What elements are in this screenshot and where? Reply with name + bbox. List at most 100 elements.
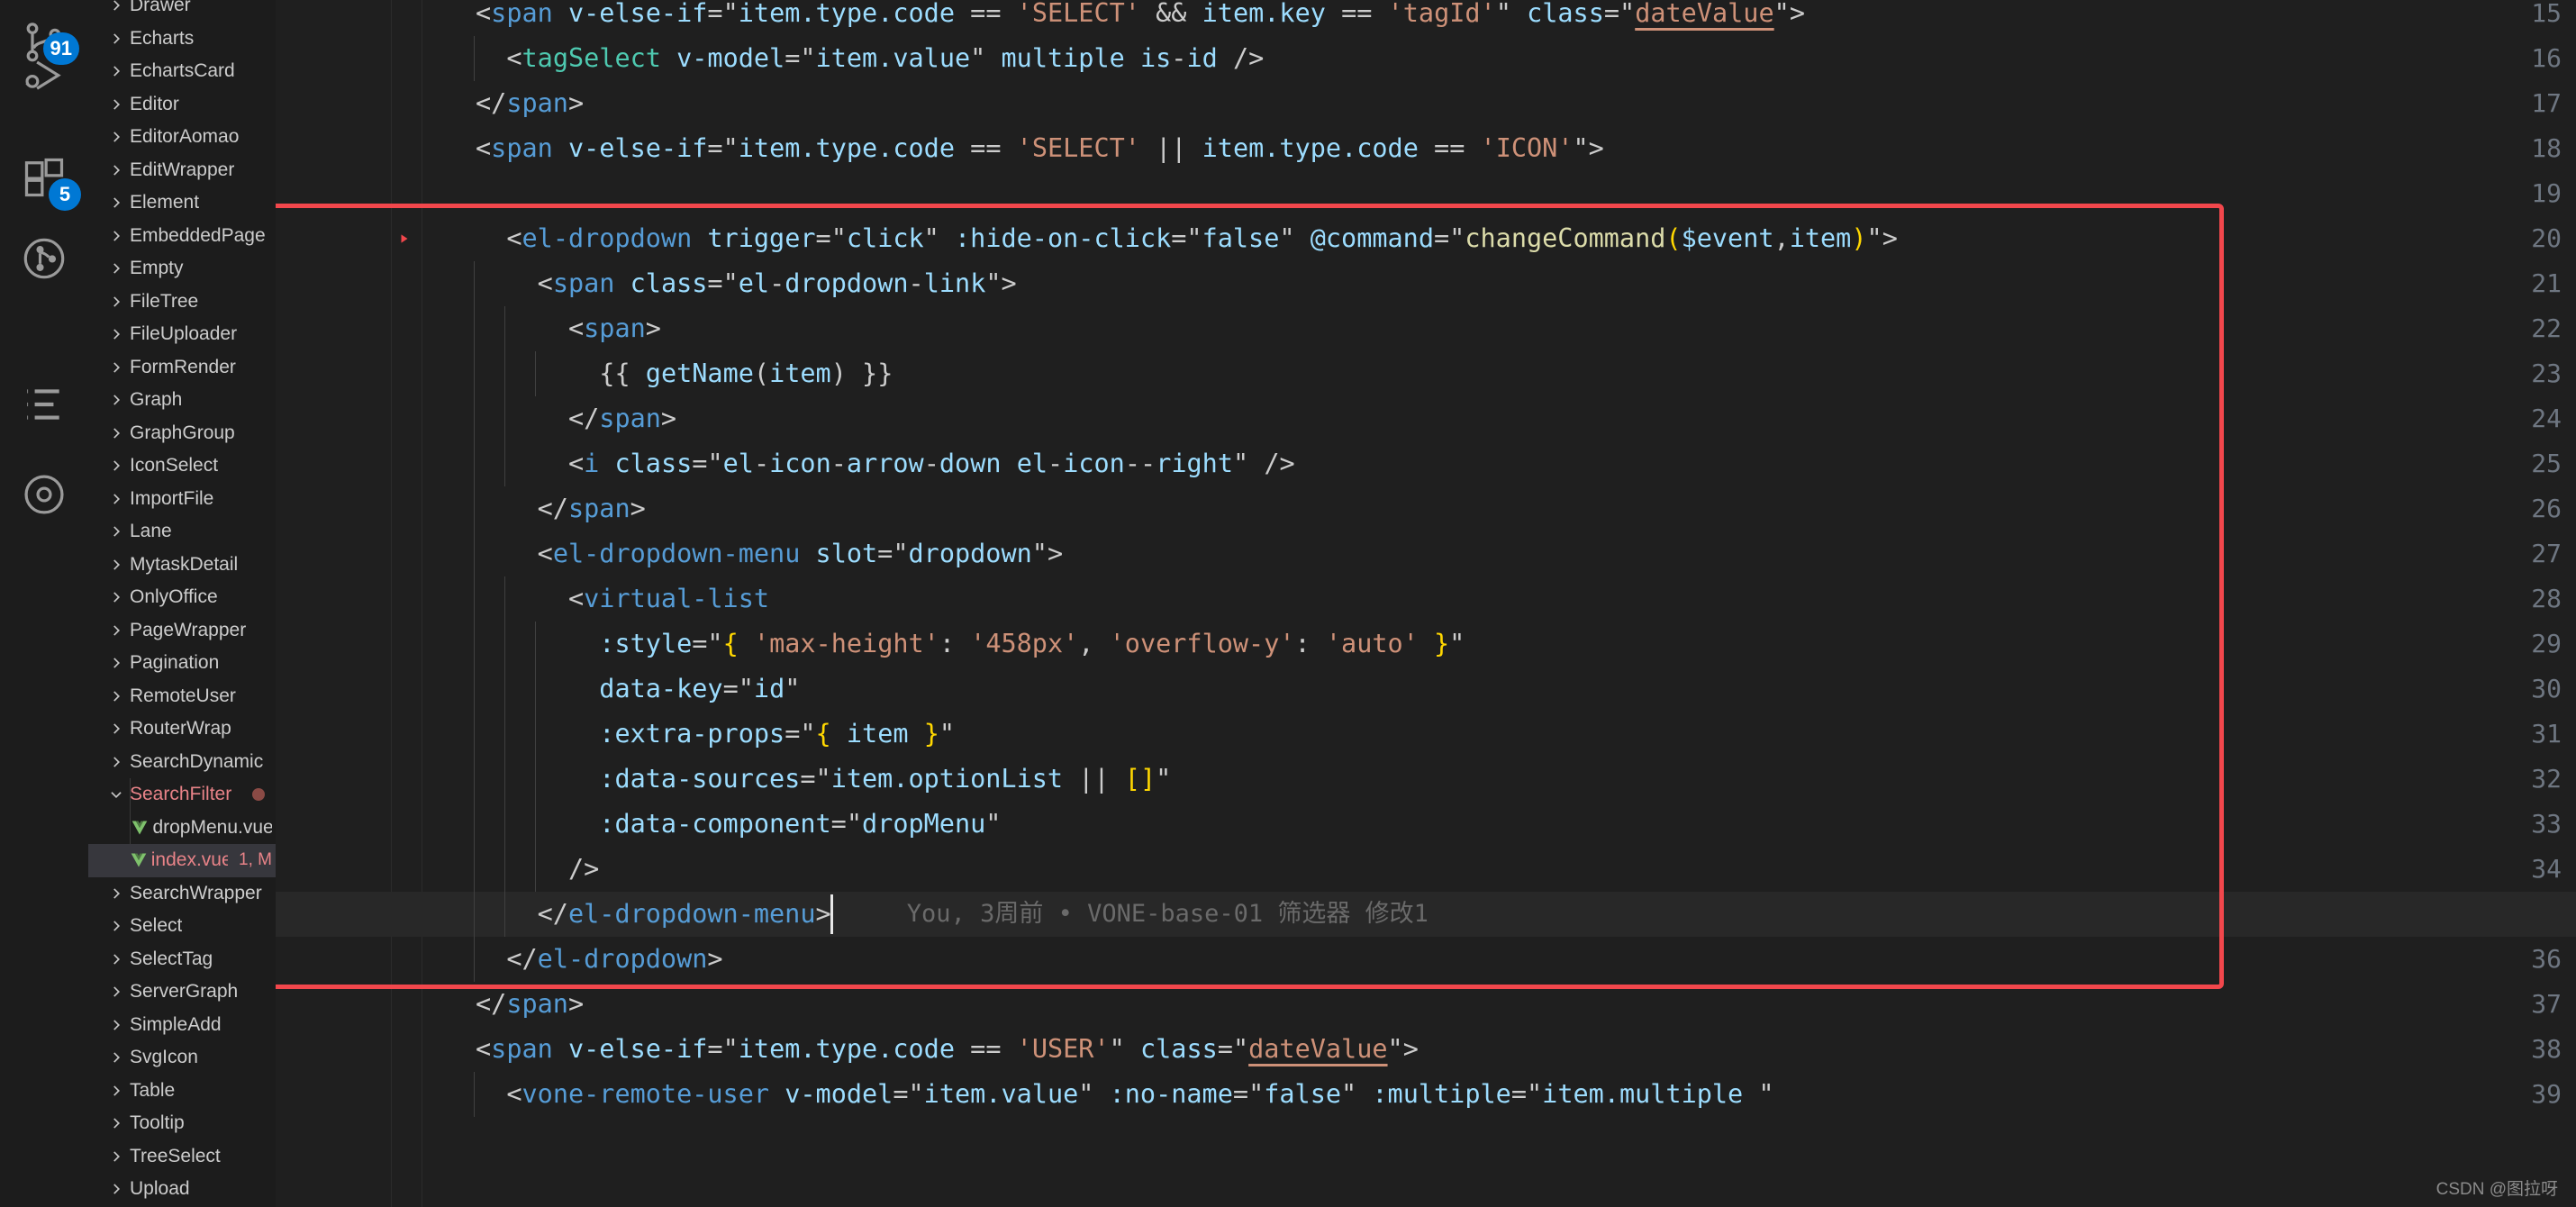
chevron-right-icon[interactable]	[103, 31, 130, 47]
tree-file-row[interactable]: dropMenu.vue	[88, 812, 276, 845]
chevron-right-icon[interactable]	[103, 951, 130, 967]
code-line[interactable]: </span>	[276, 81, 2576, 126]
activity-bar-item-outline[interactable]	[0, 360, 88, 449]
tree-folder-row[interactable]: SearchWrapper	[88, 877, 276, 911]
tree-folder-row[interactable]: SearchFilter	[88, 778, 276, 812]
code-line[interactable]: </span>	[276, 486, 2576, 531]
activity-bar-item-target[interactable]	[0, 450, 88, 539]
tree-folder-row[interactable]: Graph	[88, 384, 276, 417]
code-line[interactable]: data-key="id"	[276, 667, 2576, 712]
code-line[interactable]: <span v-else-if="item.type.code == 'SELE…	[276, 0, 2576, 36]
chevron-right-icon[interactable]	[103, 195, 130, 211]
chevron-right-icon[interactable]	[103, 721, 130, 737]
code-line[interactable]: />	[276, 847, 2576, 892]
activity-bar-item-run-debug[interactable]	[0, 34, 88, 123]
tree-folder-row[interactable]: Table	[88, 1075, 276, 1108]
chevron-right-icon[interactable]	[103, 392, 130, 408]
chevron-right-icon[interactable]	[103, 359, 130, 376]
chevron-right-icon[interactable]	[103, 491, 130, 507]
tree-folder-row[interactable]: Element	[88, 186, 276, 220]
chevron-right-icon[interactable]	[103, 96, 130, 113]
chevron-right-icon[interactable]	[103, 1181, 130, 1197]
tree-folder-row[interactable]: GraphGroup	[88, 417, 276, 450]
tree-folder-row[interactable]: SearchDynamic	[88, 746, 276, 779]
tree-folder-row[interactable]: PageWrapper	[88, 614, 276, 648]
chevron-right-icon[interactable]	[103, 162, 130, 178]
code-editor[interactable]: 15<span v-else-if="item.type.code == 'SE…	[276, 0, 2576, 1207]
code-line[interactable]: <i class="el-icon-arrow-down el-icon--ri…	[276, 441, 2576, 486]
tree-folder-row[interactable]: Upload	[88, 1173, 276, 1206]
activity-bar-item-extensions[interactable]: 5	[0, 133, 88, 222]
code-line[interactable]: <span class="el-dropdown-link">	[276, 261, 2576, 306]
tree-folder-row[interactable]: Select	[88, 910, 276, 943]
chevron-right-icon[interactable]	[103, 63, 130, 79]
chevron-right-icon[interactable]	[103, 1115, 130, 1131]
chevron-right-icon[interactable]	[103, 557, 130, 573]
chevron-right-icon[interactable]	[103, 129, 130, 145]
chevron-right-icon[interactable]	[103, 1148, 130, 1165]
tree-folder-row[interactable]: FileTree	[88, 286, 276, 319]
code-line[interactable]: <span v-else-if="item.type.code == 'SELE…	[276, 126, 2576, 171]
code-line[interactable]: :style="{ 'max-height': '458px', 'overfl…	[276, 622, 2576, 667]
code-line[interactable]: :extra-props="{ item }"	[276, 712, 2576, 757]
code-line[interactable]	[276, 171, 2576, 216]
code-line[interactable]: <el-dropdown-menu slot="dropdown">	[276, 531, 2576, 576]
chevron-right-icon[interactable]	[103, 260, 130, 277]
tree-folder-row[interactable]: Empty	[88, 252, 276, 286]
chevron-right-icon[interactable]	[103, 1083, 130, 1099]
chevron-right-icon[interactable]	[103, 294, 130, 310]
tree-folder-row[interactable]: RemoteUser	[88, 680, 276, 713]
chevron-right-icon[interactable]	[103, 754, 130, 770]
code-content[interactable]: 15<span v-else-if="item.type.code == 'SE…	[276, 0, 2576, 1207]
tree-folder-row[interactable]: Tooltip	[88, 1107, 276, 1140]
chevron-right-icon[interactable]	[103, 228, 130, 244]
code-line[interactable]: <el-dropdown trigger="click" :hide-on-cl…	[276, 216, 2576, 261]
chevron-right-icon[interactable]	[103, 523, 130, 540]
chevron-right-icon[interactable]	[103, 326, 130, 342]
chevron-right-icon[interactable]	[103, 918, 130, 934]
chevron-right-icon[interactable]	[103, 655, 130, 671]
code-line[interactable]: :data-sources="item.optionList || []"	[276, 757, 2576, 802]
tree-folder-row[interactable]: Drawer	[88, 0, 276, 23]
activity-bar-item-git-graph[interactable]	[0, 214, 88, 303]
chevron-right-icon[interactable]	[103, 458, 130, 474]
chevron-right-icon[interactable]	[103, 1049, 130, 1066]
code-line[interactable]: </el-dropdown>	[276, 937, 2576, 982]
chevron-right-icon[interactable]	[103, 688, 130, 704]
code-line[interactable]: <virtual-list	[276, 576, 2576, 622]
tree-folder-row[interactable]: OnlyOffice	[88, 581, 276, 614]
tree-folder-row[interactable]: EditorAomao	[88, 121, 276, 154]
tree-folder-row[interactable]: EditWrapper	[88, 154, 276, 187]
tree-folder-row[interactable]: SvgIcon	[88, 1041, 276, 1075]
tree-folder-row[interactable]: ImportFile	[88, 483, 276, 516]
tree-folder-row[interactable]: SimpleAdd	[88, 1009, 276, 1042]
chevron-right-icon[interactable]	[103, 0, 130, 14]
chevron-right-icon[interactable]	[103, 984, 130, 1000]
tree-folder-row[interactable]: FileUploader	[88, 318, 276, 351]
tree-folder-row[interactable]: EchartsCard	[88, 55, 276, 88]
tree-folder-row[interactable]: SelectTag	[88, 943, 276, 976]
code-line[interactable]: <span>	[276, 306, 2576, 351]
chevron-down-icon[interactable]	[103, 786, 130, 803]
chevron-right-icon[interactable]	[103, 885, 130, 902]
tree-folder-row[interactable]: MytaskDetail	[88, 549, 276, 582]
chevron-right-icon[interactable]	[103, 1017, 130, 1033]
tree-folder-row[interactable]: Echarts	[88, 23, 276, 56]
chevron-right-icon[interactable]	[103, 425, 130, 441]
chevron-right-icon[interactable]	[103, 622, 130, 639]
code-line[interactable]: </span>	[276, 982, 2576, 1027]
code-line[interactable]: <span v-else-if="item.type.code == 'USER…	[276, 1027, 2576, 1072]
code-line[interactable]: </span>	[276, 396, 2576, 441]
chevron-right-icon[interactable]	[103, 589, 130, 605]
tree-folder-row[interactable]: IconSelect	[88, 449, 276, 483]
tree-folder-row[interactable]: EmbeddedPage	[88, 220, 276, 253]
code-line[interactable]: :data-component="dropMenu"	[276, 802, 2576, 847]
tree-folder-row[interactable]: Editor	[88, 88, 276, 122]
code-line[interactable]: {{ getName(item) }}	[276, 351, 2576, 396]
tree-folder-row[interactable]: FormRender	[88, 351, 276, 385]
tree-folder-row[interactable]: ServerGraph	[88, 976, 276, 1009]
code-line[interactable]: <vone-remote-user v-model="item.value" :…	[276, 1072, 2576, 1117]
tree-folder-row[interactable]: TreeSelect	[88, 1140, 276, 1174]
tree-file-row[interactable]: index.vue1, M	[88, 844, 276, 877]
tree-folder-row[interactable]: Pagination	[88, 647, 276, 680]
